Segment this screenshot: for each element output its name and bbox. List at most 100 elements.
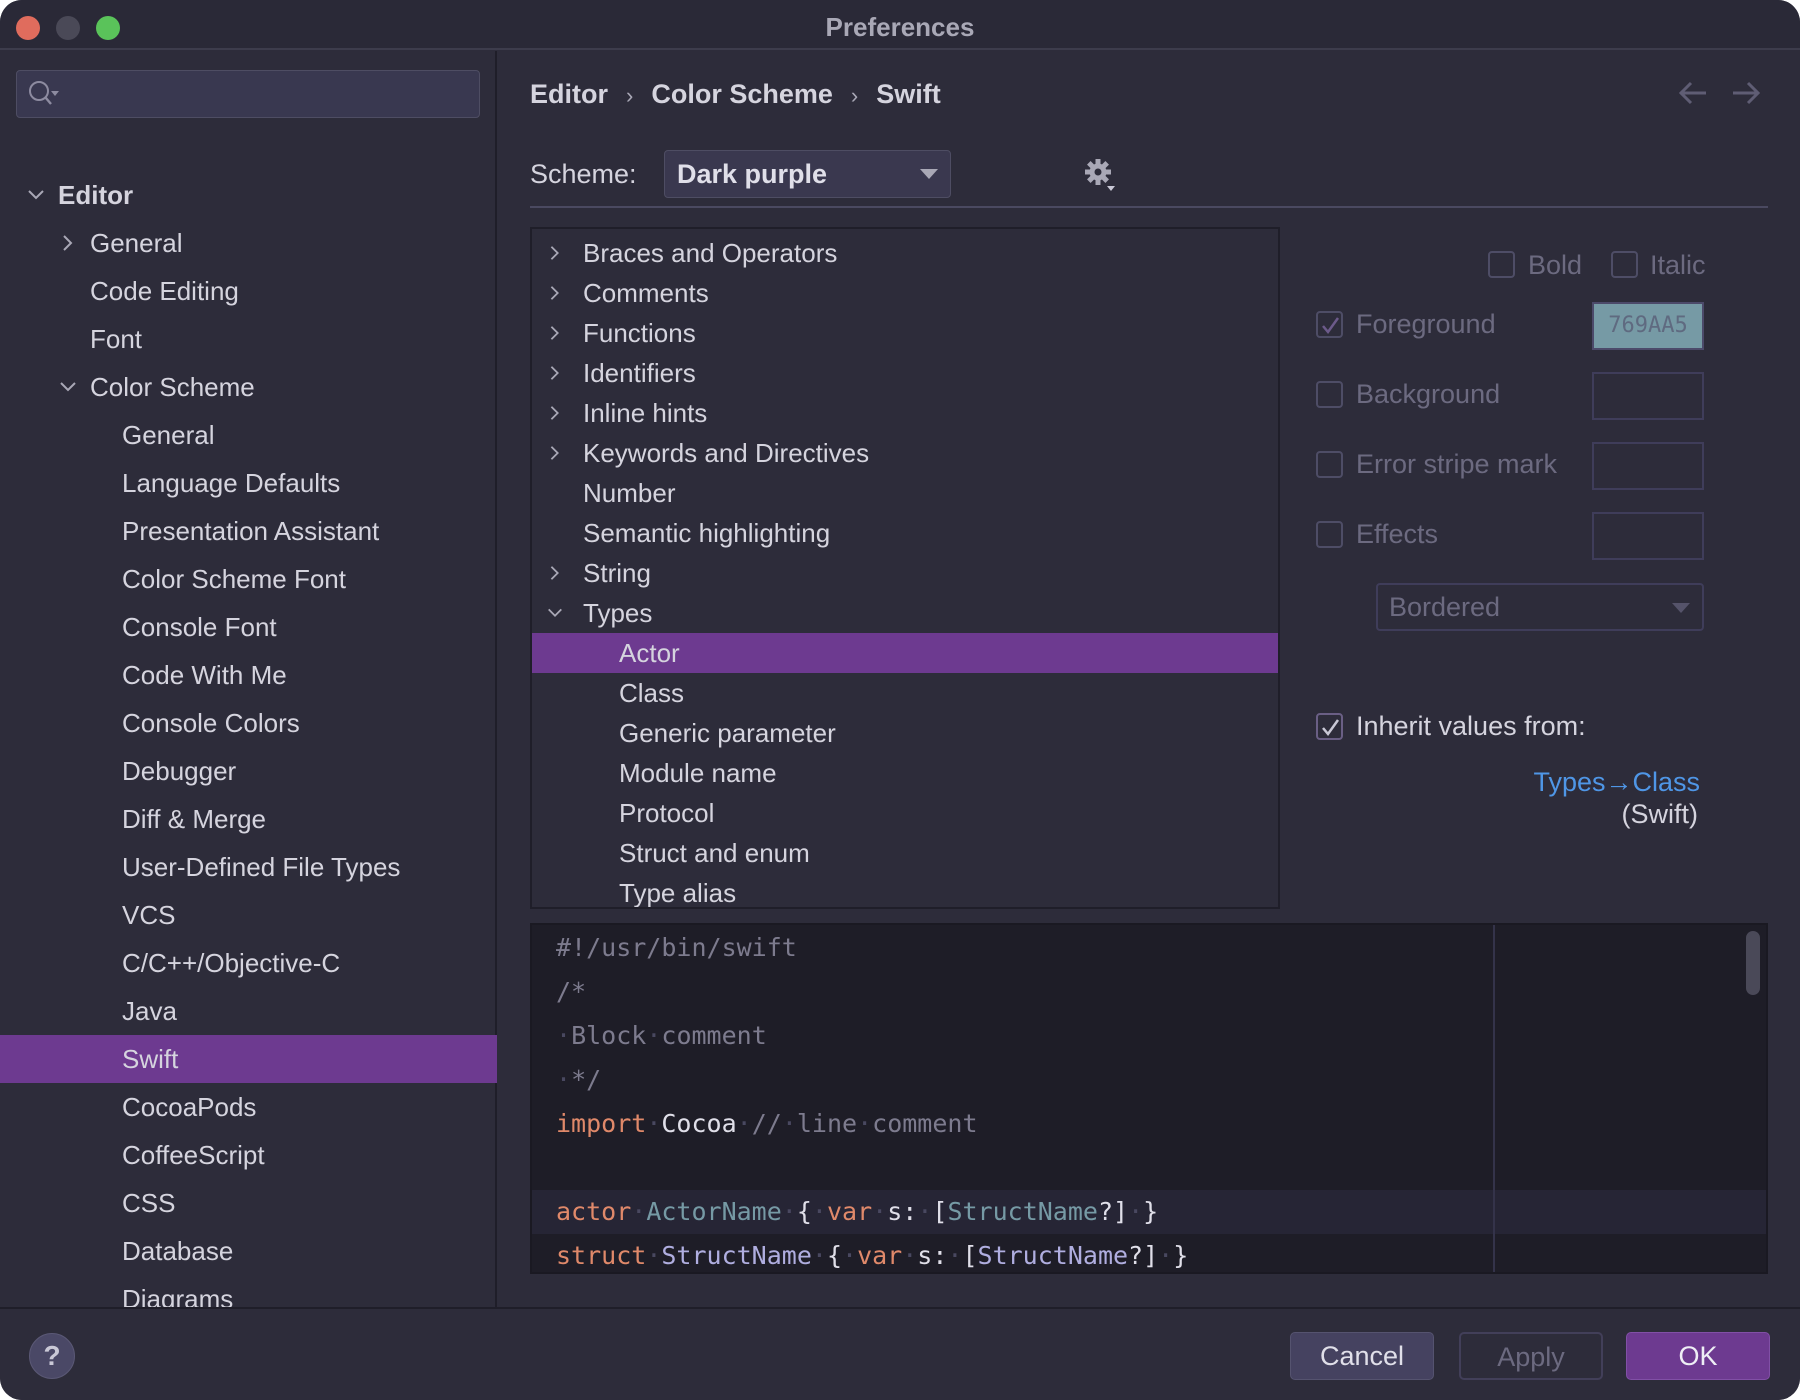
sidebar-item[interactable]: Color Scheme Font — [0, 555, 497, 603]
sidebar-item[interactable]: CocoaPods — [0, 1083, 497, 1131]
effects-style-value: Bordered — [1389, 592, 1501, 622]
arrow-right-icon[interactable] — [1729, 79, 1763, 107]
settings-sidebar: Editor General Code Editing Font Color Schem… — [0, 51, 497, 1314]
bold-checkbox[interactable] — [1488, 251, 1515, 278]
attribute-item[interactable]: Functions — [532, 313, 1278, 353]
attribute-item[interactable]: Braces and Operators — [532, 233, 1278, 273]
apply-button[interactable]: Apply — [1459, 1332, 1603, 1380]
sidebar-item[interactable]: Debugger — [0, 747, 497, 795]
code-token: { — [796, 1197, 812, 1226]
sidebar-item-label: Presentation Assistant — [122, 516, 380, 546]
code-token: [ — [932, 1197, 948, 1226]
scheme-label: Scheme: — [530, 159, 637, 189]
error-stripe-label: Error stripe mark — [1356, 449, 1558, 479]
background-label: Background — [1356, 379, 1501, 409]
attribute-item[interactable]: Comments — [532, 273, 1278, 313]
chevron-right-icon[interactable] — [546, 364, 564, 382]
attribute-item[interactable]: Identifiers — [532, 353, 1278, 393]
effects-checkbox[interactable] — [1316, 521, 1343, 548]
sidebar-item[interactable]: Diff & Merge — [0, 795, 497, 843]
sidebar-item[interactable]: Font — [0, 315, 497, 363]
chevron-right-icon[interactable] — [546, 244, 564, 262]
sidebar-item[interactable]: Code With Me — [0, 651, 497, 699]
sidebar-item[interactable]: Java — [0, 987, 497, 1035]
cancel-button[interactable]: Cancel — [1290, 1332, 1434, 1380]
code-token: · — [781, 1197, 797, 1226]
inherit-source-link[interactable]: Types→Class — [1533, 767, 1700, 798]
attribute-item[interactable]: Generic parameter — [532, 713, 1278, 753]
sidebar-item[interactable]: Editor — [0, 171, 497, 219]
scheme-dropdown[interactable]: Dark purple — [664, 150, 951, 198]
code-preview[interactable]: #!/usr/bin/swift/* ·Block·comment ·*/impor… — [530, 923, 1768, 1274]
gear-icon[interactable] — [1083, 157, 1117, 193]
effects-style-dropdown[interactable]: Bordered — [1376, 583, 1704, 631]
sidebar-item[interactable]: General — [0, 219, 497, 267]
sidebar-item[interactable]: Code Editing — [0, 267, 497, 315]
background-color-swatch[interactable] — [1592, 372, 1704, 420]
error-stripe-color-swatch[interactable] — [1592, 442, 1704, 490]
chevron-right-icon[interactable] — [546, 564, 564, 582]
chevron-down-icon[interactable] — [546, 604, 564, 622]
code-token: { — [826, 1241, 843, 1270]
chevron-right-icon[interactable] — [546, 444, 564, 462]
sidebar-item[interactable]: Swift — [0, 1035, 497, 1083]
sidebar-item[interactable]: Database — [0, 1227, 497, 1275]
search-icon — [29, 81, 59, 105]
sidebar-item[interactable]: General — [0, 411, 497, 459]
preview-scrollbar[interactable] — [1746, 931, 1760, 995]
sidebar-item-label: Console Font — [122, 612, 277, 642]
foreground-color-swatch[interactable]: 769AA5 — [1592, 302, 1704, 350]
attribute-item[interactable]: Actor — [532, 633, 1278, 673]
chevron-right-icon[interactable] — [546, 324, 564, 342]
sidebar-item[interactable]: Console Colors — [0, 699, 497, 747]
error-stripe-checkbox[interactable] — [1316, 451, 1343, 478]
effects-color-swatch[interactable] — [1592, 512, 1704, 560]
attribute-item[interactable]: Class — [532, 673, 1278, 713]
code-line: ·*/ — [532, 1058, 1766, 1102]
attribute-item[interactable]: Types — [532, 593, 1278, 633]
breadcrumb-item[interactable]: Editor — [530, 79, 608, 110]
attribute-item[interactable]: Semantic highlighting — [532, 513, 1278, 553]
background-checkbox[interactable] — [1316, 381, 1343, 408]
sidebar-item[interactable]: Console Font — [0, 603, 497, 651]
attribute-item[interactable]: Module name — [532, 753, 1278, 793]
sidebar-item[interactable]: CoffeeScript — [0, 1131, 497, 1179]
sidebar-item-label: CSS — [122, 1188, 176, 1218]
attribute-item[interactable]: String — [532, 553, 1278, 593]
chevron-right-icon[interactable] — [58, 233, 78, 253]
inherit-checkbox[interactable] — [1316, 713, 1343, 740]
attribute-item[interactable]: Keywords and Directives — [532, 433, 1278, 473]
attribute-item-label: Protocol — [619, 798, 715, 828]
sidebar-item-label: Code Editing — [90, 276, 239, 306]
sidebar-item[interactable]: Language Defaults — [0, 459, 497, 507]
sidebar-item[interactable]: Color Scheme — [0, 363, 497, 411]
sidebar-item[interactable]: CSS — [0, 1179, 497, 1227]
attribute-item[interactable]: Type alias — [532, 873, 1278, 907]
chevron-right-icon[interactable] — [546, 284, 564, 302]
chevron-down-icon[interactable] — [58, 377, 78, 397]
settings-search-input[interactable] — [16, 70, 480, 118]
attribute-item-label: Functions — [583, 318, 696, 348]
chevron-down-icon[interactable] — [26, 185, 46, 205]
sidebar-item[interactable]: User-Defined File Types — [0, 843, 497, 891]
attributes-tree: Braces and Operators Comments Functions Ide… — [530, 227, 1280, 909]
sidebar-item[interactable]: Presentation Assistant — [0, 507, 497, 555]
chevron-right-icon[interactable] — [546, 404, 564, 422]
attribute-item[interactable]: Struct and enum — [532, 833, 1278, 873]
sidebar-item[interactable]: C/C++/Objective-C — [0, 939, 497, 987]
sidebar-item-label: Swift — [122, 1044, 179, 1074]
help-button[interactable]: ? — [29, 1333, 75, 1379]
attribute-item[interactable]: Protocol — [532, 793, 1278, 833]
code-token: Cocoa — [661, 1109, 737, 1138]
ok-button[interactable]: OK — [1626, 1332, 1770, 1380]
breadcrumb-item[interactable]: Color Scheme — [651, 79, 833, 110]
attribute-item[interactable]: Number — [532, 473, 1278, 513]
code-token: var — [826, 1197, 873, 1226]
sidebar-item[interactable]: VCS — [0, 891, 497, 939]
foreground-checkbox[interactable] — [1316, 311, 1343, 338]
attribute-item[interactable]: Inline hints — [532, 393, 1278, 433]
breadcrumb-item: Swift — [876, 79, 941, 109]
italic-checkbox[interactable] — [1611, 251, 1638, 278]
arrow-left-icon[interactable] — [1676, 79, 1710, 107]
foreground-label: Foreground — [1356, 309, 1496, 339]
